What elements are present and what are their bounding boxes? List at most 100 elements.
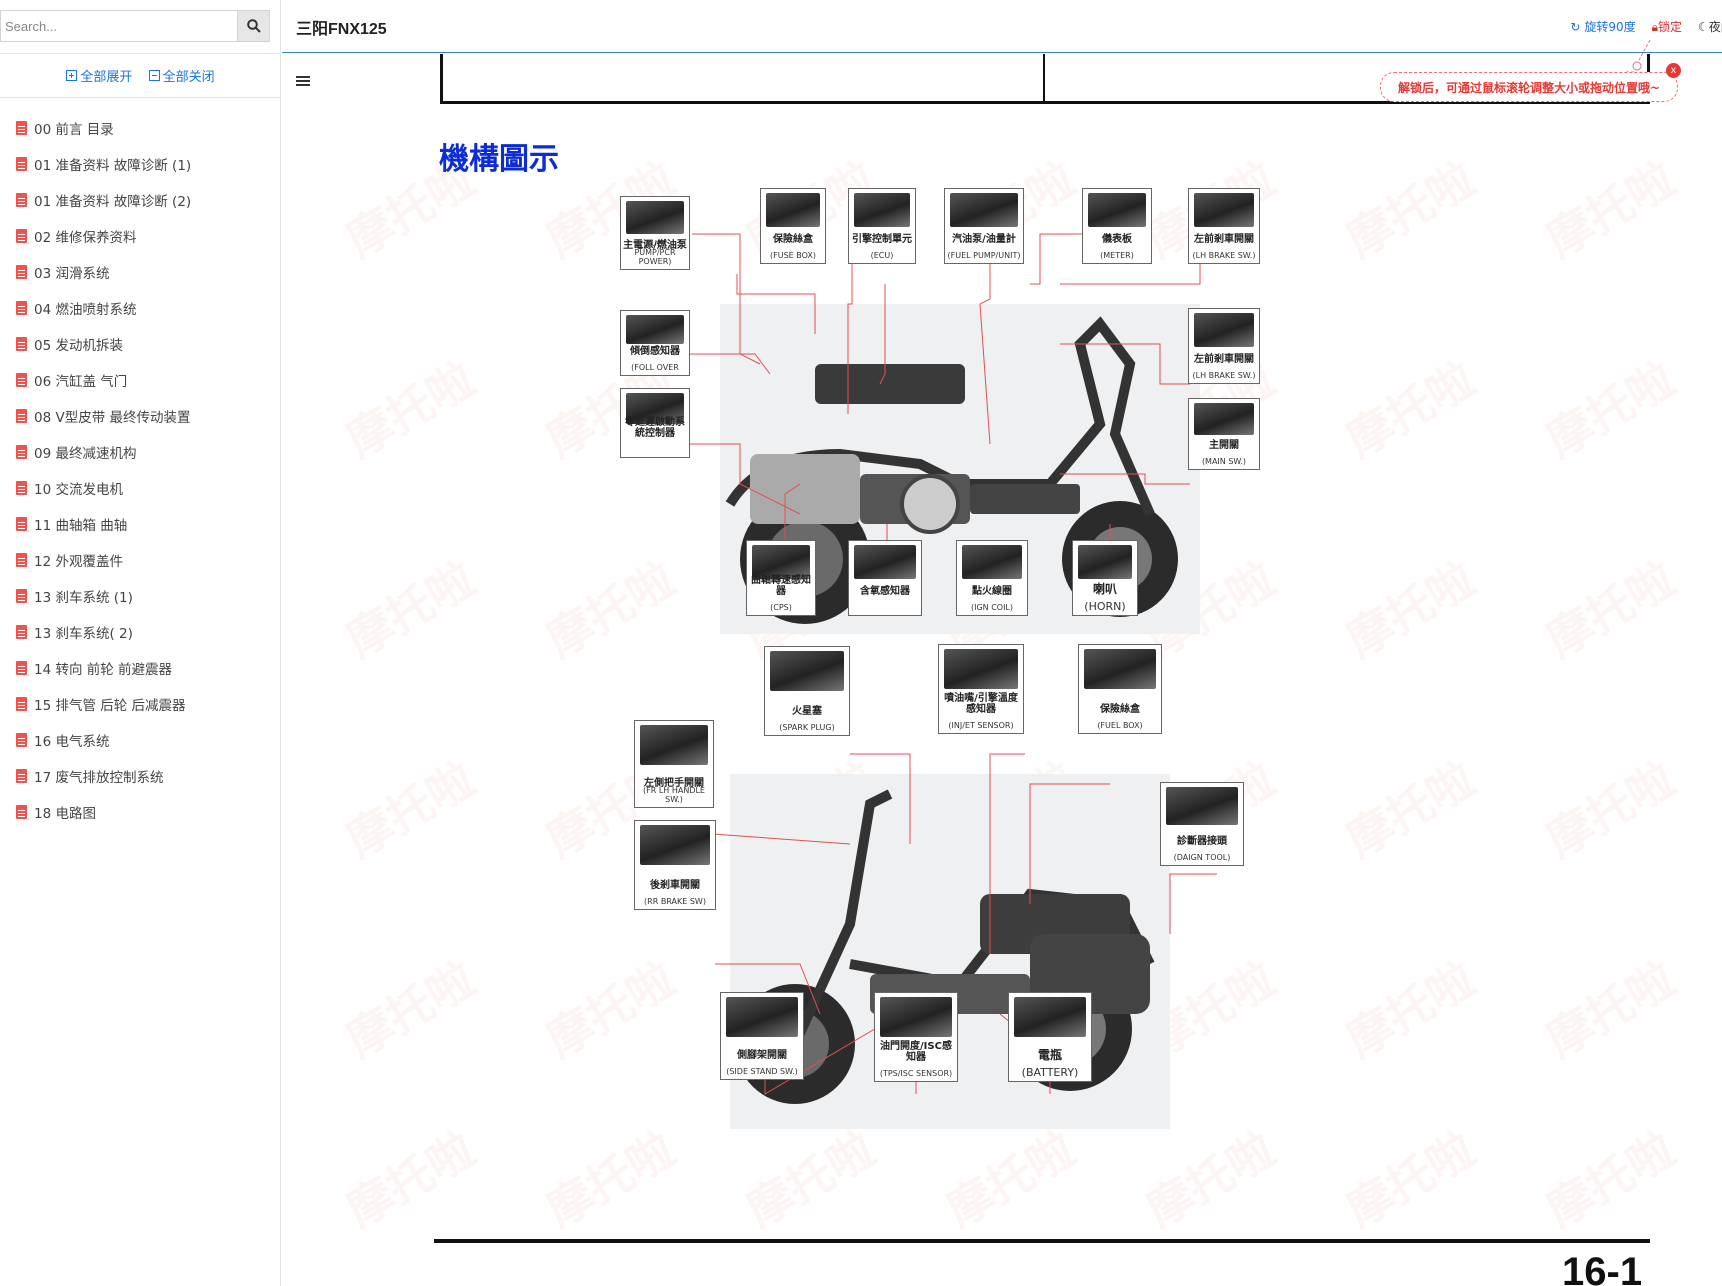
- document-icon: [16, 265, 27, 279]
- chapter-item[interactable]: 12 外观覆盖件: [0, 542, 281, 578]
- component-photo: [640, 825, 710, 866]
- component-photo: [1088, 193, 1146, 228]
- document-icon: [16, 193, 27, 207]
- document-page: 摩托啦 摩托啦 摩托啦 摩托啦 摩托啦 摩托啦 摩托啦 摩托啦 摩托啦 摩托啦 摩托啦 摩托啦 摩托啦摩…: [300, 54, 1722, 1286]
- chapter-item[interactable]: 06 汽缸盖 气门: [0, 362, 281, 398]
- chapter-label: 03 润滑系统: [34, 266, 110, 282]
- chapter-item[interactable]: 13 刹车系统 (1): [0, 578, 281, 614]
- component-name-zh: 傾倒感知器: [630, 346, 680, 357]
- rotate-button[interactable]: ↻ 旋转90度: [1570, 18, 1635, 35]
- component-photo: [752, 545, 810, 580]
- component-name-zh: 左前剎車開關: [1194, 234, 1254, 245]
- chapter-item[interactable]: 18 电路图: [0, 794, 281, 830]
- component-photo: [766, 193, 820, 228]
- component-label: 曲軸轉速感知器 (CPS): [746, 540, 816, 616]
- search-button[interactable]: [237, 10, 270, 42]
- chapter-label: 13 刹车系统 (1): [34, 590, 133, 606]
- sidebar: 全部展开 全部关闭 00 前言 目录 01 准备资料 故障诊断 (1) 01 准备资…: [0, 0, 281, 1286]
- component-name-zh: 側腳架開關: [737, 1050, 787, 1061]
- document-icon: [16, 409, 27, 423]
- chapter-item[interactable]: 00 前言 目录: [0, 110, 281, 146]
- collapse-all-button[interactable]: 全部关闭: [148, 66, 215, 85]
- document-icon: [16, 517, 27, 531]
- component-name-zh: 儀表板: [1102, 234, 1132, 245]
- component-name-en: (BATTERY): [1021, 1066, 1079, 1079]
- component-label: 點火線圈 (IGN COIL): [956, 540, 1028, 616]
- night-label: 夜间: [1708, 20, 1722, 34]
- chapter-item[interactable]: 01 准备资料 故障诊断 (1): [0, 146, 281, 182]
- lock-button[interactable]: 🔒︎锁定: [1652, 18, 1682, 35]
- document-icon: [16, 157, 27, 171]
- component-name-zh: 主開關: [1209, 440, 1239, 451]
- chapter-item[interactable]: 10 交流发电机: [0, 470, 281, 506]
- component-label: 汽油泵/油量計 (FUEL PUMP/UNIT): [944, 188, 1024, 264]
- tooltip-close-button[interactable]: x: [1666, 63, 1681, 78]
- page-number: 16-1: [1562, 1250, 1643, 1286]
- component-photo: [640, 725, 708, 765]
- chapter-item[interactable]: 15 排气管 后轮 后减震器: [0, 686, 281, 722]
- component-name-zh: 點火線圈: [972, 586, 1012, 597]
- component-label: 主電源/燃油泵 (FUEL PUMP/PCR POWER): [620, 196, 690, 270]
- chapter-label: 12 外观覆盖件: [34, 554, 123, 570]
- component-name-en: (CPS): [770, 603, 792, 612]
- divider: [0, 53, 281, 54]
- chapter-item[interactable]: 17 废气排放控制系统: [0, 758, 281, 794]
- component-name-zh: 噴油嘴/引擎溫度感知器: [944, 693, 1018, 715]
- chapter-item[interactable]: 13 刹车系统( 2): [0, 614, 281, 650]
- chapter-label: 04 燃油喷射系统: [34, 302, 137, 318]
- document-icon: [16, 769, 27, 783]
- minus-square-icon: [148, 70, 160, 81]
- component-photo: [626, 315, 684, 345]
- component-label: 診斷器接頭 (DAIGN TOOL): [1160, 782, 1244, 866]
- document-icon: [16, 733, 27, 747]
- component-label: 後剎車開關 (RR BRAKE SW): [634, 820, 716, 910]
- chapter-item[interactable]: 01 准备资料 故障诊断 (2): [0, 182, 281, 218]
- component-photo: [950, 193, 1018, 228]
- chapter-label: 10 交流发电机: [34, 482, 123, 498]
- lock-label: 锁定: [1657, 20, 1682, 34]
- component-photo: [1078, 545, 1132, 580]
- chapter-label: 18 电路图: [34, 806, 96, 822]
- component-photo: [944, 649, 1018, 690]
- component-label: 主開關 (MAIN SW.): [1188, 398, 1260, 470]
- top-actions: ↻ 旋转90度 🔒︎锁定 ☾夜间: [1570, 18, 1722, 35]
- chapter-label: 17 废气排放控制系统: [34, 770, 164, 786]
- chapter-item[interactable]: 14 转向 前轮 前避震器: [0, 650, 281, 686]
- chapter-item[interactable]: 09 最终减速机构: [0, 434, 281, 470]
- collapse-all-label: 全部关闭: [162, 70, 215, 85]
- component-name-en: (FR LH HANDLE SW.): [643, 786, 705, 804]
- component-label: 電瓶 (BATTERY): [1008, 992, 1092, 1082]
- component-name-en: (FUEL PUMP/PCR POWER): [634, 239, 676, 266]
- expand-all-button[interactable]: 全部展开: [66, 66, 132, 85]
- chapter-item[interactable]: 16 电气系统: [0, 722, 281, 758]
- component-photo: [854, 193, 910, 228]
- unlock-hint-tooltip: 解锁后，可通过鼠标滚轮调整大小或拖动位置哦~: [1380, 72, 1678, 102]
- component-name-en: (INJ/ET SENSOR): [948, 721, 1014, 730]
- chapter-label: 01 准备资料 故障诊断 (1): [34, 158, 192, 174]
- component-label: 引擎控制單元 (ECU): [848, 188, 916, 264]
- component-photo: [1014, 997, 1086, 1038]
- document-icon: [16, 589, 27, 603]
- chapter-label: 16 电气系统: [34, 734, 110, 750]
- chapter-item[interactable]: 04 燃油喷射系统: [0, 290, 281, 326]
- divider: [0, 97, 281, 98]
- chapter-item[interactable]: 02 维修保养资料: [0, 218, 281, 254]
- chapter-item[interactable]: 05 发动机拆装: [0, 326, 281, 362]
- document-icon: [16, 229, 27, 243]
- component-name-en: (MAIN SW.): [1201, 457, 1247, 466]
- component-name-zh: 保險絲盒: [1100, 704, 1140, 715]
- document-icon: [16, 805, 27, 819]
- document-icon: [16, 625, 27, 639]
- component-photo: [1194, 193, 1254, 228]
- chapter-item[interactable]: 11 曲轴箱 曲轴: [0, 506, 281, 542]
- search-input[interactable]: [0, 10, 238, 42]
- expand-all-label: 全部展开: [80, 70, 133, 85]
- page-footer-line: [434, 1239, 1650, 1243]
- expand-collapse-row: 全部展开 全部关闭: [0, 66, 281, 85]
- component-label: 左前剎車開關 (LH BRAKE SW.): [1188, 188, 1260, 264]
- chapter-label: 13 刹车系统( 2): [34, 626, 133, 642]
- chapter-item[interactable]: 03 润滑系统: [0, 254, 281, 290]
- chapter-item[interactable]: 08 V型皮带 最终传动装置: [0, 398, 281, 434]
- night-mode-button[interactable]: ☾夜间: [1698, 18, 1722, 35]
- component-label: 零延遲啟動系統控制器: [620, 388, 690, 458]
